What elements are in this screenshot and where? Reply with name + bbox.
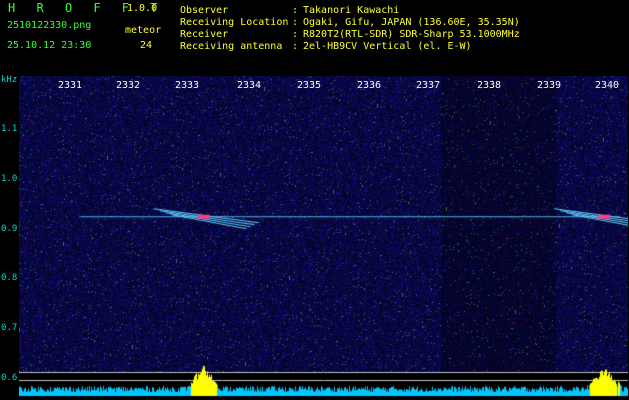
- info-value-receiver: R820T2(RTL-SDR) SDR-Sharp 53.1000MHz: [303, 29, 520, 40]
- x-tick-label: 2339: [536, 80, 562, 91]
- x-tick-label: 2334: [236, 80, 262, 91]
- info-value-location: Ogaki, Gifu, JAPAN (136.60E, 35.35N): [303, 17, 520, 28]
- y-tick-label: 0.9: [1, 224, 18, 234]
- x-tick-label: 2332: [115, 80, 141, 91]
- info-colon: :: [292, 29, 299, 40]
- info-key-location: Receiving Location: [180, 17, 289, 28]
- y-tick-label: 1.0: [1, 174, 18, 184]
- info-colon: :: [292, 17, 299, 28]
- x-tick-label: 2333: [174, 80, 200, 91]
- info-value-antenna: 2el-HB9CV Vertical (el. E-W): [303, 41, 472, 52]
- app-version: 1.0.0: [127, 3, 158, 14]
- info-key-receiver: Receiver: [180, 29, 229, 40]
- file-name: 2510122330.png: [7, 20, 92, 31]
- x-tick-label: 2335: [296, 80, 322, 91]
- x-tick-label: 2331: [57, 80, 83, 91]
- hroft-window: H R O F F T 1.0.0 2510122330.png 25.10.1…: [0, 0, 629, 400]
- info-key-observer: Observer: [180, 5, 229, 16]
- date-time: 25.10.12 23:30: [7, 40, 92, 51]
- spectrogram-canvas: [19, 76, 628, 400]
- y-tick-label: 1.1: [1, 124, 18, 134]
- x-tick-label: 2338: [476, 80, 502, 91]
- meteor-count: 24: [140, 40, 153, 51]
- info-colon: :: [292, 41, 299, 52]
- y-tick-label: 0.6: [1, 373, 18, 383]
- x-tick-label: 2340: [594, 80, 620, 91]
- x-tick-label: 2337: [415, 80, 441, 91]
- info-colon: :: [292, 5, 299, 16]
- info-value-observer: Takanori Kawachi: [303, 5, 400, 16]
- x-tick-label: 2336: [356, 80, 382, 91]
- y-tick-label: 0.8: [1, 273, 18, 283]
- meteor-label: meteor: [125, 25, 162, 36]
- y-tick-label: 0.7: [1, 323, 18, 333]
- y-axis-unit-label: kHz: [1, 75, 18, 85]
- info-key-antenna: Receiving antenna: [180, 41, 283, 52]
